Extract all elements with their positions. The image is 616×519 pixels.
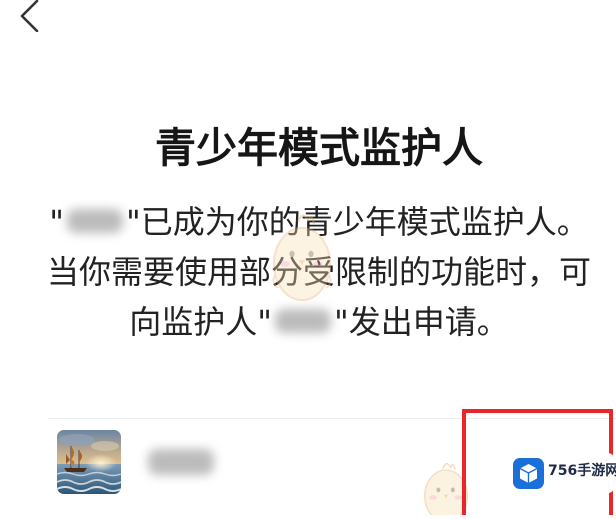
message-line-1-suffix: "已成为你的青少年模式监护人。	[125, 203, 589, 241]
chevron-left-icon	[20, 0, 39, 32]
message-line-3-prefix: 向监护人"	[129, 303, 272, 341]
message-line-2: 当你需要使用部分受限制的功能时，可	[46, 253, 591, 291]
back-button[interactable]	[14, 0, 44, 32]
guardian-avatar	[57, 430, 121, 494]
watermark-brand-text: 756手游网	[548, 463, 616, 479]
message-line-3: 向监护人" "发出申请。	[22, 297, 616, 347]
message-line-1: " "已成为你的青少年模式监护人。	[22, 197, 616, 247]
redacted-name	[272, 306, 334, 336]
guardian-message: " "已成为你的青少年模式监护人。 当你需要使用部分受限制的功能时，可 向监护人"…	[22, 197, 616, 347]
message-line-1-prefix: "	[49, 203, 64, 241]
message-line-3-suffix: "发出申请。	[334, 303, 509, 341]
redacted-name	[64, 206, 126, 236]
guardian-name-redacted	[145, 446, 217, 478]
cube-icon	[513, 458, 544, 489]
sailing-ship-painting-icon	[57, 430, 121, 494]
page-title: 青少年模式监护人	[155, 124, 483, 172]
